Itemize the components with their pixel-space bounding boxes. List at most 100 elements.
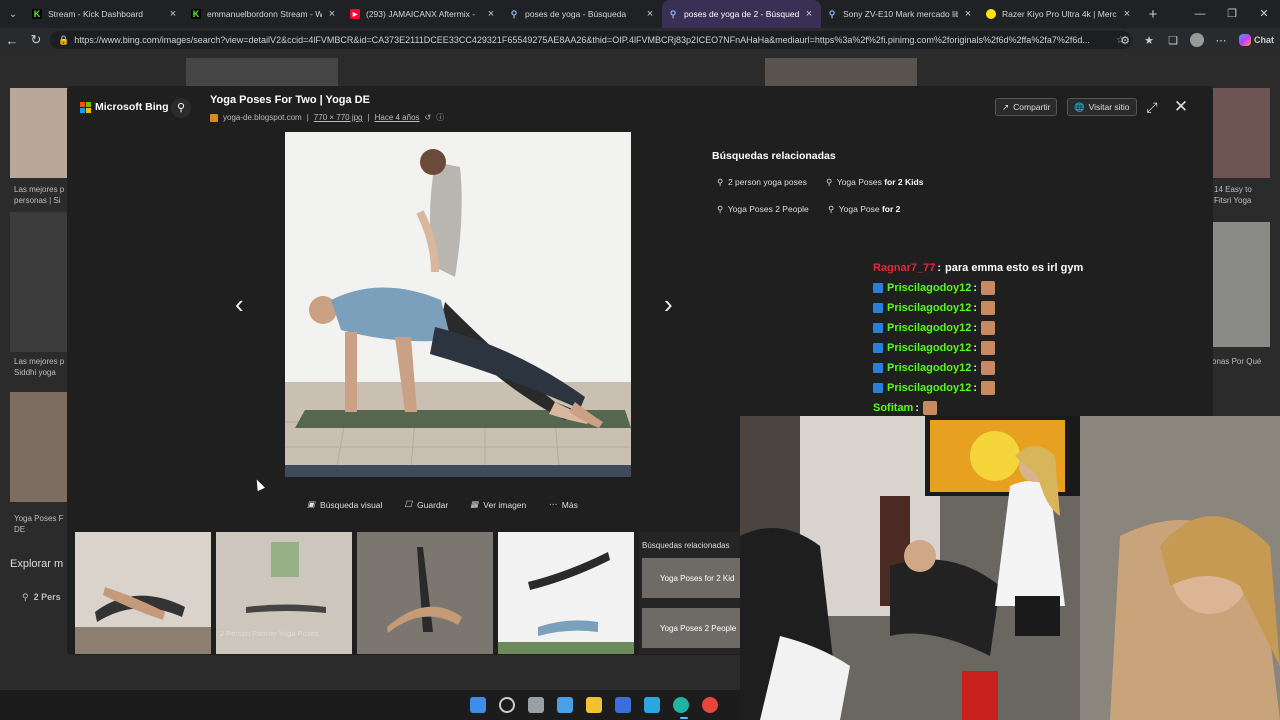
maximize-icon[interactable]: ❐	[1216, 0, 1248, 28]
chat-username[interactable]: Priscilagodoy12	[887, 362, 971, 374]
chrome-icon[interactable]	[702, 697, 718, 713]
store-icon[interactable]	[615, 697, 631, 713]
result-caption[interactable]: 14 Easy to	[1214, 184, 1252, 195]
thumbnail-caption: 2 Person Partner Yoga Poses	[220, 629, 319, 638]
fullscreen-icon[interactable]: ⤢	[1143, 98, 1161, 116]
meta-separator: |	[367, 113, 370, 122]
browser-tab[interactable]: ⚲ poses de yoga de 2 - Búsqueda Im ×	[662, 0, 821, 28]
chat-username[interactable]: Priscilagodoy12	[887, 382, 971, 394]
minimize-icon[interactable]: —	[1184, 0, 1216, 28]
back-icon[interactable]: ←	[0, 33, 24, 48]
result-thumbnail[interactable]	[765, 58, 917, 88]
result-thumbnail[interactable]	[1212, 222, 1270, 347]
related-chip[interactable]: ⚲ Yoga Poses for 2 Kids	[826, 177, 923, 188]
similar-image-thumbnail[interactable]	[498, 532, 634, 654]
widgets-icon[interactable]	[557, 697, 573, 713]
chat-username[interactable]: Priscilagodoy12	[887, 342, 971, 354]
file-explorer-icon[interactable]	[586, 697, 602, 713]
close-icon[interactable]: ✕	[1172, 98, 1190, 116]
main-image[interactable]	[285, 132, 631, 477]
related-chip[interactable]: ⚲ 2 person yoga poses	[717, 177, 807, 188]
copilot-chat-button[interactable]: Chat	[1233, 34, 1280, 46]
related-search-card[interactable]: Yoga Poses 2 People	[642, 608, 741, 648]
browser-tab[interactable]: ⚲ poses de yoga - Búsqueda ×	[503, 0, 662, 28]
explore-search-chip[interactable]: ⚲ 2 Pers	[22, 592, 61, 603]
edge-browser-icon[interactable]	[673, 697, 689, 713]
history-icon[interactable]: ↺	[425, 113, 432, 122]
result-thumbnail[interactable]	[10, 392, 68, 502]
modal-header: Microsoft Bing ⚲ Yoga Poses For Two | Yo…	[67, 86, 1213, 130]
subscriber-badge-icon	[873, 283, 883, 293]
browser-tab[interactable]: K Stream - Kick Dashboard ×	[26, 0, 185, 28]
close-tab-icon[interactable]: ×	[167, 8, 179, 20]
new-tab-button[interactable]: +	[1139, 6, 1167, 23]
image-age[interactable]: Hace 4 años	[375, 113, 420, 122]
task-view-icon[interactable]	[528, 697, 544, 713]
close-tab-icon[interactable]: ×	[962, 8, 974, 20]
result-thumbnail[interactable]	[186, 58, 338, 88]
result-caption[interactable]: DE	[14, 524, 25, 535]
browser-tab[interactable]: ▶ (293) JAMAICANX Aftermix - ×	[344, 0, 503, 28]
result-thumbnail[interactable]	[10, 212, 68, 352]
browser-tab[interactable]: Razer Kiyo Pro Ultra 4k | Mercado ×	[980, 0, 1139, 28]
profile-avatar[interactable]	[1190, 33, 1204, 47]
similar-image-thumbnail[interactable]	[75, 532, 211, 654]
chat-username[interactable]: Sofitam	[873, 402, 913, 414]
close-tab-icon[interactable]: ×	[644, 8, 656, 20]
browser-tab[interactable]: ⚲ Sony ZV-E10 Mark mercado libre ×	[821, 0, 980, 28]
search-icon[interactable]	[499, 697, 515, 713]
result-thumbnail[interactable]	[1212, 88, 1270, 178]
favorites-icon[interactable]: ★	[1137, 34, 1161, 47]
vpn-icon[interactable]	[644, 697, 660, 713]
close-tab-icon[interactable]: ×	[1121, 8, 1133, 20]
close-window-icon[interactable]: ✕	[1248, 0, 1280, 28]
next-image-icon[interactable]: ›	[664, 289, 673, 320]
result-caption[interactable]: Las mejores p	[14, 184, 64, 195]
info-icon[interactable]: ⓘ	[436, 112, 444, 123]
result-caption[interactable]: Siddhi yoga	[14, 367, 56, 378]
more-menu-icon[interactable]: ⋯	[1209, 34, 1233, 47]
bing-logo[interactable]: Microsoft Bing	[80, 101, 169, 113]
result-caption[interactable]: onas Por Qué	[1212, 356, 1261, 367]
extensions-icon[interactable]: ⚙	[1113, 34, 1137, 47]
similar-image-thumbnail[interactable]	[357, 532, 493, 654]
result-caption[interactable]: Las mejores p	[14, 356, 64, 367]
related-chip[interactable]: ⚲ Yoga Poses 2 People	[717, 204, 809, 215]
tab-title: Razer Kiyo Pro Ultra 4k | Mercado	[1002, 9, 1117, 19]
previous-image-icon[interactable]: ‹	[235, 289, 244, 320]
close-tab-icon[interactable]: ×	[803, 8, 815, 20]
visual-search-button[interactable]: ▣ Búsqueda visual	[307, 499, 382, 510]
visual-search-icon: ▣	[307, 499, 316, 509]
collections-icon[interactable]: ❏	[1161, 34, 1185, 47]
chat-username[interactable]: Priscilagodoy12	[887, 302, 971, 314]
tab-actions-menu-icon[interactable]: ⌄	[0, 0, 26, 28]
search-icon[interactable]: ⚲	[171, 98, 191, 118]
url-field[interactable]: 🔒 https://www.bing.com/images/search?vie…	[50, 31, 1132, 49]
active-app-indicator	[680, 717, 688, 719]
chat-username[interactable]: Ragnar7_77	[873, 262, 935, 274]
close-tab-icon[interactable]: ×	[326, 8, 338, 20]
source-site-link[interactable]: yoga-de.blogspot.com	[223, 113, 302, 122]
refresh-icon[interactable]: ↻	[24, 32, 48, 48]
related-chip[interactable]: ⚲ Yoga Pose for 2	[828, 204, 900, 215]
save-button[interactable]: ☐ Guardar	[404, 499, 448, 510]
browser-tab[interactable]: Kemmanuelbordonn Stream - Watc ×	[185, 0, 344, 28]
share-button[interactable]: ↗ Compartir	[995, 98, 1058, 116]
view-image-button[interactable]: ▦ Ver imagen	[470, 499, 526, 510]
result-caption[interactable]: Yoga Poses F	[14, 513, 64, 524]
chat-username[interactable]: Priscilagodoy12	[887, 322, 971, 334]
more-button[interactable]: ⋯ Más	[548, 499, 578, 510]
result-caption[interactable]: personas | Si	[14, 195, 61, 206]
close-tab-icon[interactable]: ×	[485, 8, 497, 20]
image-title[interactable]: Yoga Poses For Two | Yoga DE	[210, 94, 370, 106]
lock-icon[interactable]: 🔒	[58, 35, 69, 46]
result-thumbnail[interactable]	[10, 88, 68, 178]
chat-username[interactable]: Priscilagodoy12	[887, 282, 971, 294]
url-text[interactable]: https://www.bing.com/images/search?view=…	[74, 35, 1116, 45]
start-menu-icon[interactable]	[470, 697, 486, 713]
similar-image-thumbnail[interactable]: 2 Person Partner Yoga Poses	[216, 532, 352, 654]
result-caption[interactable]: Fitsri Yoga	[1214, 195, 1251, 206]
visit-site-button[interactable]: 🌐 Visitar sitio	[1067, 98, 1137, 116]
related-search-card[interactable]: Yoga Poses for 2 Kid	[642, 558, 741, 598]
image-dimensions[interactable]: 770 × 770 jpg	[314, 113, 363, 122]
